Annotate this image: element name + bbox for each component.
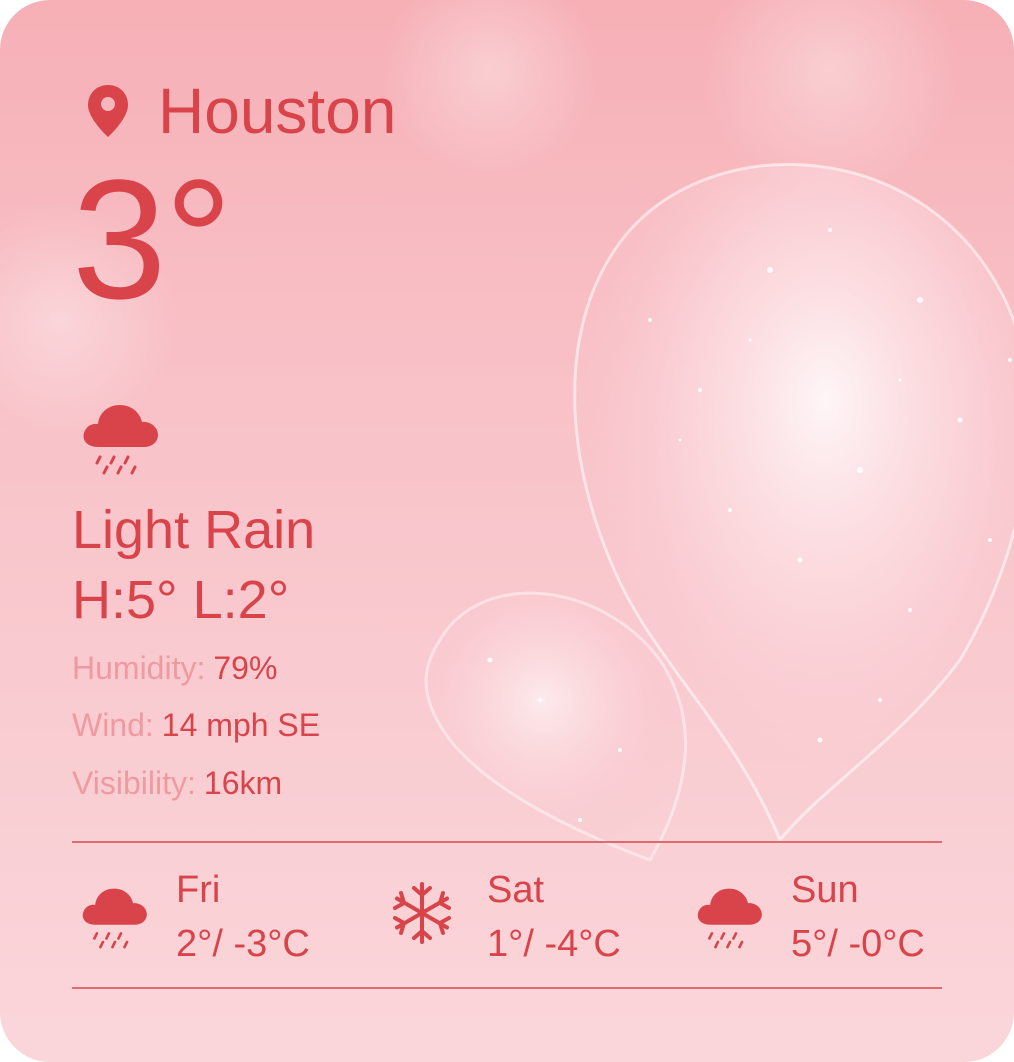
forecast-temperature-range: 5°/ -0°C	[791, 923, 925, 965]
current-temperature: 3°	[72, 145, 233, 335]
city-name: Houston	[158, 75, 397, 147]
humidity-value: 79%	[213, 650, 278, 686]
cloud-rain-icon	[78, 395, 164, 481]
wind-label: Wind:	[72, 707, 154, 743]
visibility-row: Visibility: 16km	[72, 763, 282, 803]
heart-small	[424, 591, 687, 862]
heart-illustration	[424, 162, 1014, 862]
heart-background-image	[400, 140, 1014, 900]
forecast-day-label: Sun	[791, 869, 859, 911]
humidity-label: Humidity:	[72, 650, 206, 686]
condition-text: Light Rain	[72, 500, 316, 560]
divider-bottom	[72, 987, 942, 989]
location-pin-icon	[84, 83, 132, 139]
wind-row: Wind: 14 mph SE	[72, 705, 320, 745]
location-header: Houston	[84, 76, 396, 146]
wind-value: 14 mph SE	[161, 707, 321, 743]
visibility-label: Visibility:	[72, 765, 196, 801]
forecast-temperature-range: 2°/ -3°C	[176, 923, 310, 965]
visibility-value: 16km	[203, 765, 283, 801]
forecast-day-fri[interactable]: Fri 2°/ -3°C	[78, 866, 378, 976]
snowflake-icon	[389, 880, 463, 954]
cloud-rain-icon	[693, 880, 767, 954]
humidity-row: Humidity: 79%	[72, 648, 277, 688]
forecast-day-label: Fri	[176, 869, 221, 911]
divider-top	[72, 841, 942, 843]
forecast-temperature-range: 1°/ -4°C	[487, 923, 621, 965]
forecast-day-sun[interactable]: Sun 5°/ -0°C	[693, 866, 993, 976]
weather-card: Houston 3° Light Rain H:5° L:2° Humidity…	[0, 0, 1014, 1062]
forecast-day-sat[interactable]: Sat 1°/ -4°C	[389, 866, 689, 976]
high-low-temperature: H:5° L:2°	[72, 570, 290, 630]
cloud-rain-icon	[78, 880, 152, 954]
forecast-day-label: Sat	[487, 869, 545, 911]
